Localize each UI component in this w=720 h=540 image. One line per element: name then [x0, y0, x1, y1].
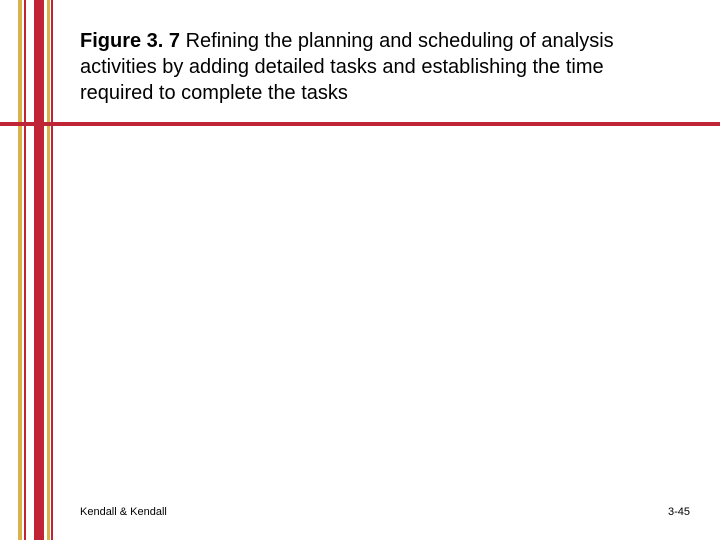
footer-page-number: 3-45 [668, 506, 690, 518]
decorative-stripe [34, 0, 44, 540]
footer-author: Kendall & Kendall [80, 506, 167, 518]
decorative-stripe [51, 0, 53, 540]
divider-line [0, 122, 720, 126]
decorative-stripe [47, 0, 50, 540]
figure-label: Figure 3. 7 [80, 30, 180, 52]
slide: Figure 3. 7 Refining the planning and sc… [0, 0, 720, 540]
slide-title: Figure 3. 7 Refining the planning and sc… [80, 28, 675, 106]
decorative-stripe [18, 0, 22, 540]
decorative-stripe [24, 0, 26, 540]
